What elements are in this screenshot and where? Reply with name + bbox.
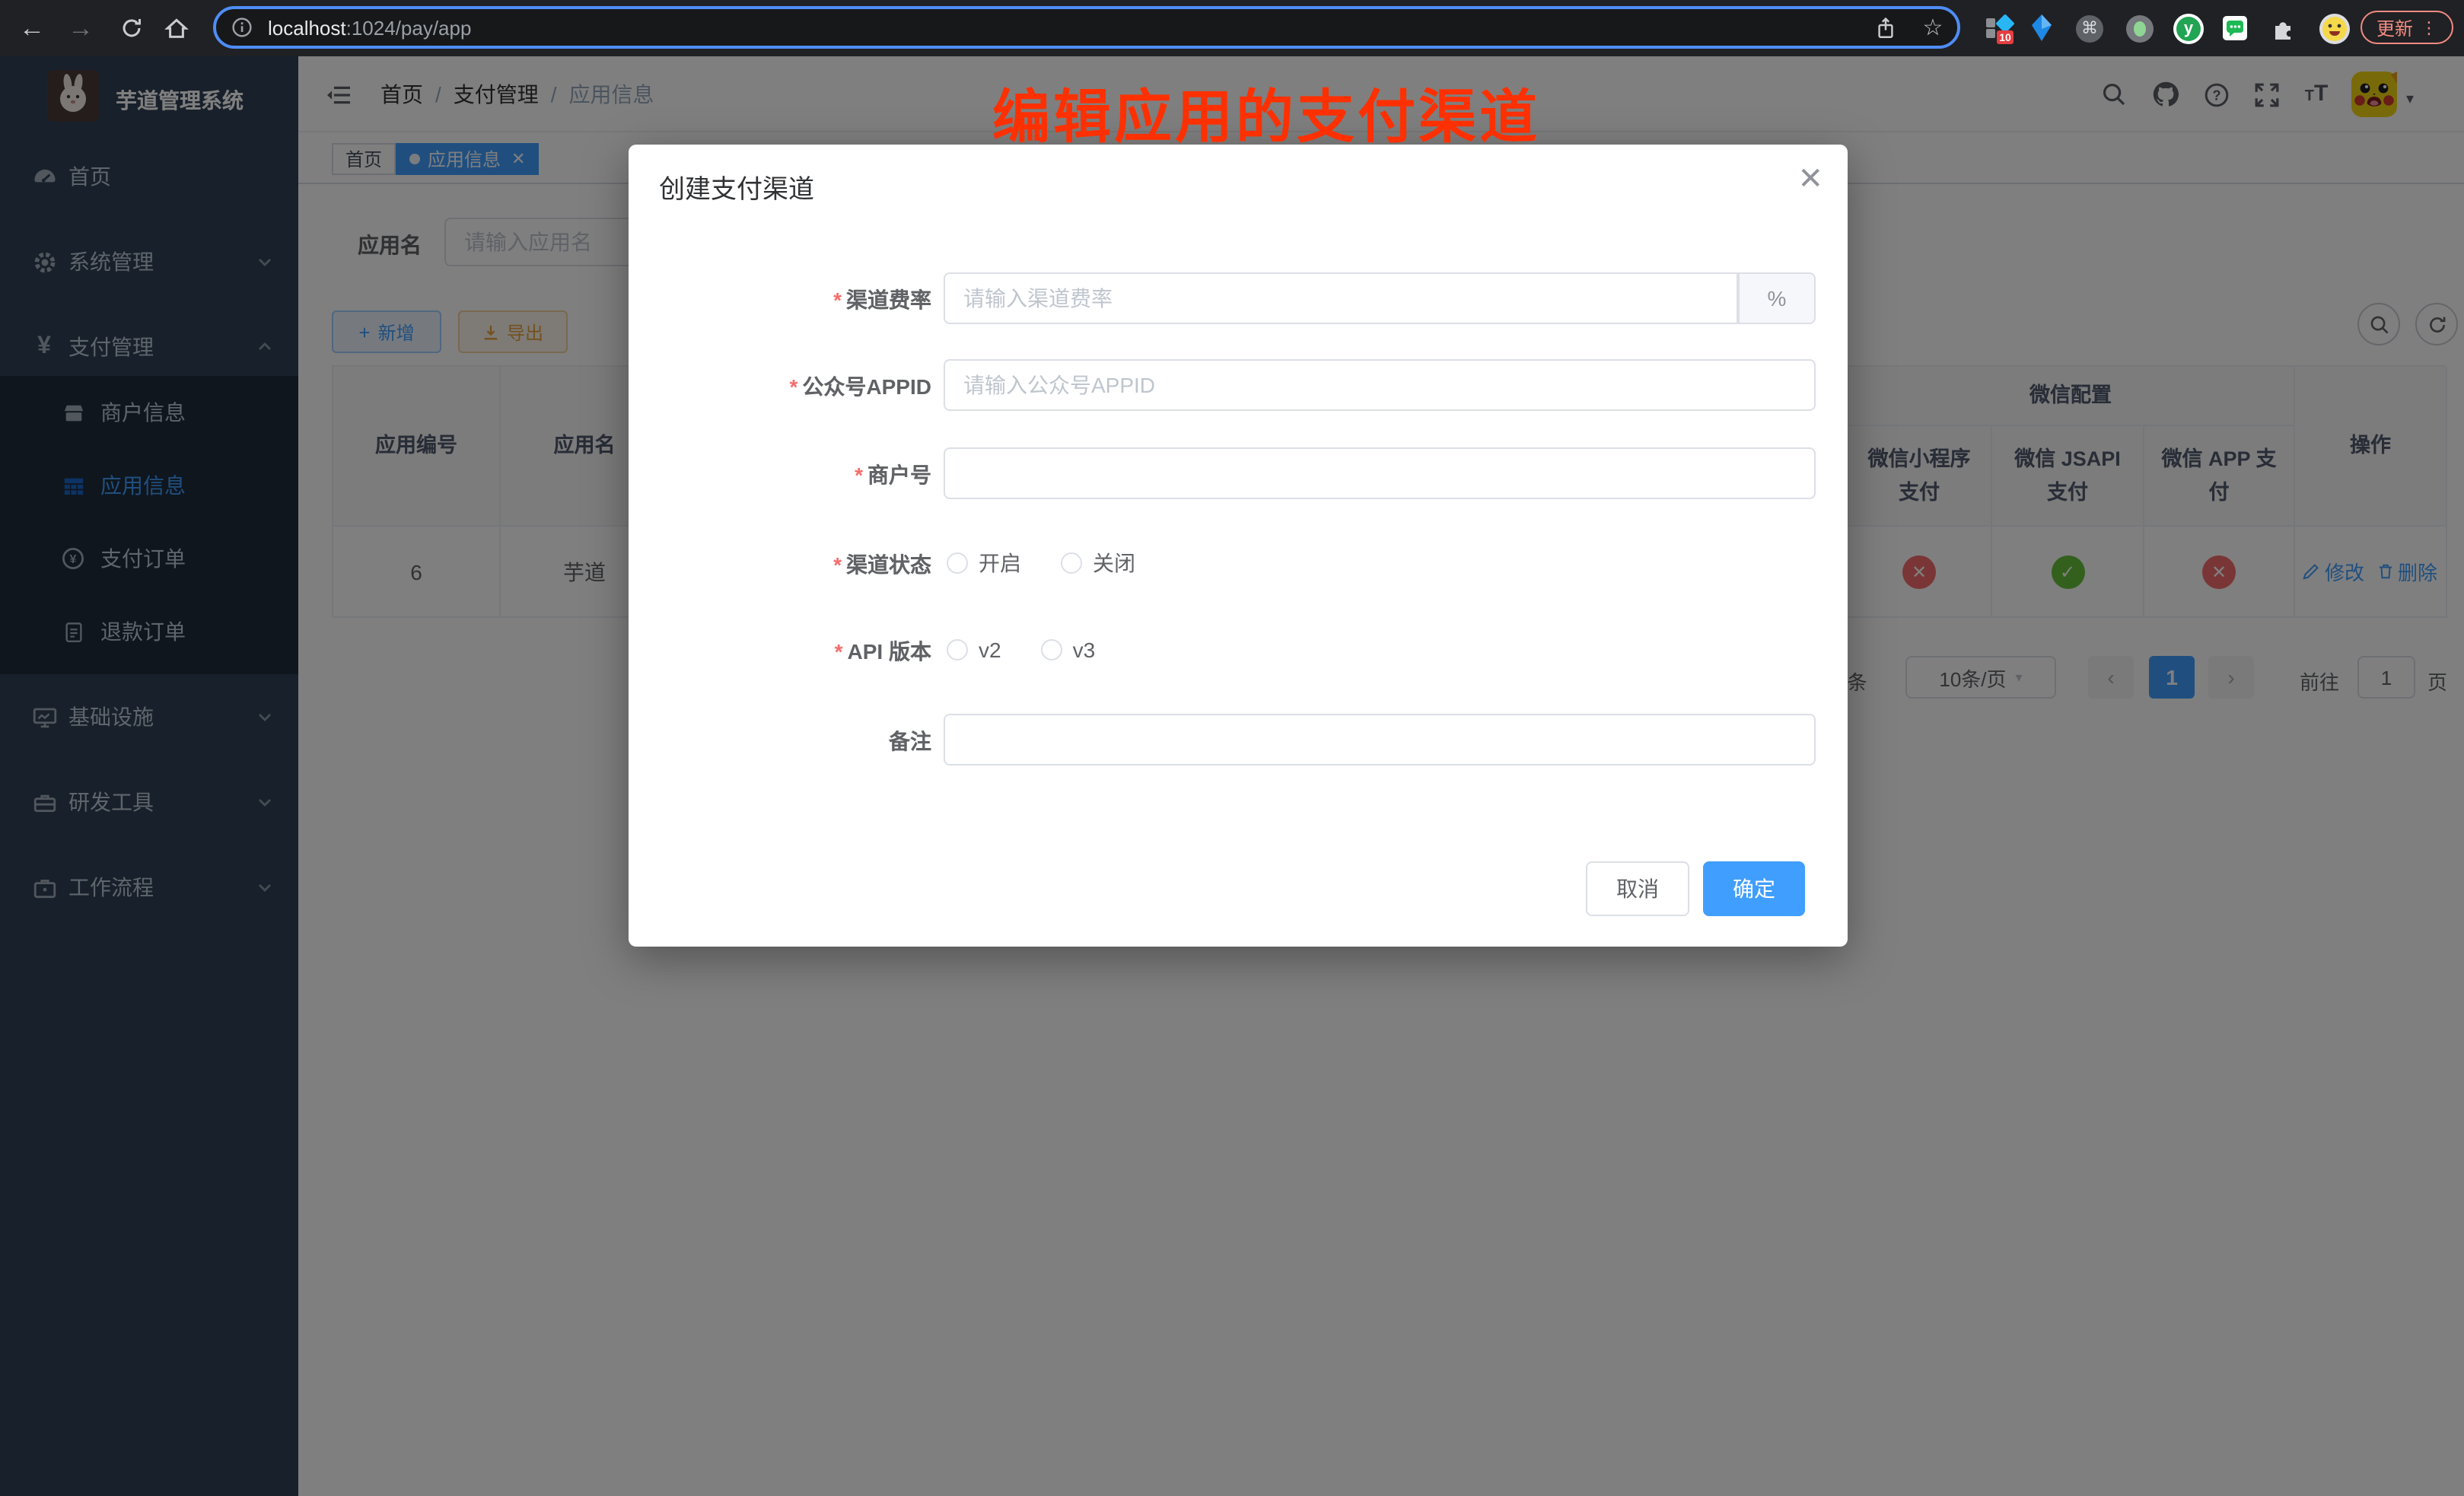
status-radio-group: 开启 关闭 — [947, 537, 1135, 589]
share-icon[interactable] — [1863, 16, 1908, 39]
url-bar[interactable]: localhost:1024/pay/app ☆ — [213, 6, 1960, 49]
browser-back-button[interactable]: ← — [9, 0, 55, 56]
dialog-close-icon[interactable]: ✕ — [1797, 160, 1823, 198]
browser-profile-avatar[interactable] — [2315, 0, 2354, 56]
merchant-label: *商户号 — [627, 460, 931, 490]
extension-kite-icon[interactable] — [2024, 0, 2058, 56]
api-version-label: *API 版本 — [627, 636, 931, 667]
radio-v2-label[interactable]: v2 — [979, 638, 1001, 662]
reload-icon — [119, 17, 142, 40]
browser-update-button[interactable]: 更新 ⋮ — [2361, 11, 2453, 44]
remark-label: 备注 — [627, 726, 931, 756]
browser-reload-button[interactable] — [108, 0, 154, 56]
home-icon — [164, 16, 189, 40]
appid-input[interactable] — [944, 359, 1816, 411]
confirm-button[interactable]: 确定 — [1703, 861, 1805, 916]
url-path: :1024/pay/app — [346, 16, 472, 39]
cancel-button[interactable]: 取消 — [1586, 861, 1689, 916]
radio-v3-label[interactable]: v3 — [1073, 638, 1096, 662]
extension-command-icon[interactable]: ⌘ — [2073, 0, 2106, 56]
radio-open[interactable] — [947, 552, 968, 574]
dialog-title: 创建支付渠道 — [659, 167, 814, 205]
annotation-text: 编辑应用的支付渠道 — [992, 70, 1540, 154]
radio-close-label[interactable]: 关闭 — [1093, 548, 1135, 578]
extension-diamond-icon[interactable]: 10 — [1980, 0, 2020, 56]
api-version-radio-group: v2 v3 — [947, 624, 1095, 676]
extension-green-dot-icon[interactable] — [2123, 0, 2157, 56]
radio-open-label[interactable]: 开启 — [979, 548, 1021, 578]
url-host: localhost — [268, 16, 346, 39]
browser-forward-button[interactable]: → — [58, 0, 103, 56]
radio-v3[interactable] — [1041, 639, 1062, 660]
bookmark-star-icon[interactable]: ☆ — [1908, 14, 1957, 41]
screen: ← → localhost:1024/pay/app ☆ 10 ⌘ — [0, 0, 2464, 1496]
browser-chrome: ← → localhost:1024/pay/app ☆ 10 ⌘ — [0, 0, 2464, 56]
browser-menu-dots-icon[interactable]: ⋮ — [2421, 18, 2437, 37]
create-pay-channel-dialog: 创建支付渠道 ✕ *渠道费率 % *公众号APPID *商户号 *渠道状态 开启… — [629, 145, 1848, 947]
svg-text:10: 10 — [1999, 30, 2011, 43]
extensions-puzzle-icon[interactable] — [2266, 0, 2300, 56]
extension-y-icon[interactable]: y — [2170, 0, 2207, 56]
browser-home-button[interactable] — [154, 0, 199, 56]
status-label: *渠道状态 — [627, 549, 931, 580]
rate-label: *渠道费率 — [627, 285, 931, 315]
rate-input[interactable] — [944, 272, 1738, 324]
appid-label: *公众号APPID — [627, 371, 931, 402]
extension-chat-icon[interactable] — [2217, 0, 2251, 56]
radio-close[interactable] — [1061, 552, 1082, 574]
remark-input[interactable] — [944, 714, 1816, 766]
update-label: 更新 — [2376, 14, 2413, 40]
radio-v2[interactable] — [947, 639, 968, 660]
merchant-input[interactable] — [944, 447, 1816, 499]
site-info-icon[interactable] — [216, 17, 268, 38]
rate-append-percent: % — [1738, 272, 1816, 324]
